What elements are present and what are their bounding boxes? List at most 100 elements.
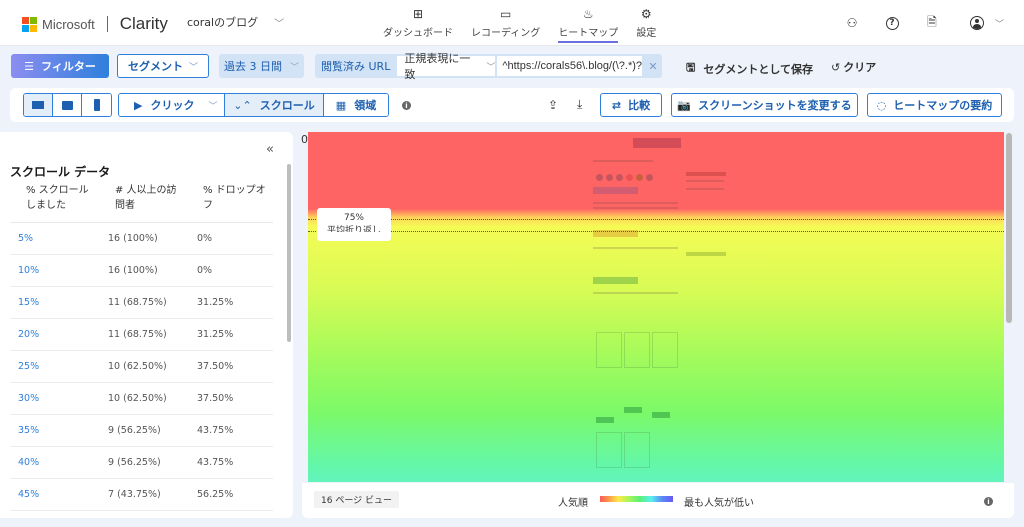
site-text-line [686,180,724,182]
scroll-percent-cell[interactable]: 35% [18,425,39,436]
chevron-down-icon: ﹀ [994,19,1004,30]
marker-label: 平均折り返し [326,226,381,232]
device-desktop-button[interactable] [24,94,53,116]
chevron-down-icon: ﹀ [274,18,285,30]
filter-button[interactable]: ☰ フィルター [11,54,109,78]
segment-dropdown[interactable]: セグメント ﹀ [117,54,209,78]
column-dropoff[interactable]: % ドロップオフ [203,183,273,213]
device-tablet-button[interactable] [53,94,82,116]
change-screenshot-button[interactable]: 📷 スクリーンショットを変更する [671,93,858,117]
mode-area-button[interactable]: ▦ 領域 [324,94,388,116]
share-icon[interactable]: ⇪ [548,98,558,112]
site-card [596,332,622,368]
nav-dashboard[interactable]: ⊞ ダッシュボード [383,6,453,43]
people-icon[interactable]: ⚇ [842,13,862,33]
nav-label: ヒートマップ [558,24,619,43]
site-dot [636,174,643,181]
dropoff-cell: 37.50% [197,361,234,372]
device-mobile-button[interactable] [82,94,111,116]
scroll-percent-cell[interactable]: 15% [18,297,39,308]
url-operator-select[interactable]: 正規表現に一致 ﹀ [397,52,496,81]
scroll-table-row[interactable]: 30% 10 (62.50%) 37.50% [10,383,273,415]
dropoff-cell: 0% [197,265,213,276]
chevron-down-icon: ﹀ [486,62,496,73]
mode-click-button[interactable]: ▶ クリック ﹀ [119,94,225,116]
scroll-marker-tooltip[interactable]: 75% 平均折り返し [317,208,391,241]
panel-scrollbar[interactable] [287,164,291,342]
site-text-line [593,160,653,162]
pointer-icon: ▶ [134,98,143,112]
scroll-percent-cell[interactable]: 20% [18,329,39,340]
chevron-down-icon: ﹀ [188,62,198,73]
scroll-table-row[interactable]: 45% 7 (43.75%) 56.25% [10,479,273,511]
site-dot [626,174,633,181]
visitors-cell: 11 (68.75%) [108,329,167,340]
account-icon [970,16,984,30]
scroll-percent-cell[interactable]: 30% [18,393,39,404]
legend-most-popular: 人気順 [558,498,588,509]
legend-gradient [600,496,673,502]
heatmap-scrollbar[interactable] [1006,133,1012,323]
download-icon[interactable]: ⤓ [577,97,582,112]
fold-line [308,231,1004,232]
nav-recordings[interactable]: ▭ レコーディング [471,6,540,43]
visitors-cell: 10 (62.50%) [108,393,167,404]
info-icon[interactable]: i [402,101,411,110]
scroll-percent-cell[interactable]: 10% [18,265,39,276]
flame-icon: ♨ [582,7,594,21]
site-sidebar-header [686,172,726,176]
column-scroll-percent[interactable]: % スクロールしました [26,183,96,213]
project-selector[interactable]: coralのブログ ﹀ [187,14,284,30]
nav-label: レコーディング [471,28,541,39]
dropoff-cell: 37.50% [197,393,234,404]
scroll-table-row[interactable]: 40% 9 (56.25%) 43.75% [10,447,273,479]
remove-filter-icon[interactable]: ✕ [648,60,657,73]
site-card [596,432,622,468]
compare-button[interactable]: ⇄ 比較 [600,93,662,117]
scroll-percent-cell[interactable]: 5% [18,233,33,244]
scroll-heatmap[interactable] [308,132,1004,482]
nav-heatmaps[interactable]: ♨ ヒートマップ [558,6,619,43]
save-segment-button[interactable]: 🖫 セグメントとして保存 [686,59,813,78]
scroll-table-row[interactable]: 35% 9 (56.25%) 43.75% [10,415,273,447]
scroll-table-row[interactable]: 25% 10 (62.50%) 37.50% [10,351,273,383]
tablet-icon [61,100,73,110]
site-text-line [593,207,678,209]
heatmap-mode-selector: ▶ クリック ﹀ ⌄⌃ スクロール ▦ 領域 [118,93,389,117]
date-range-label: 過去 3 日間 [223,60,282,73]
mode-scroll-button[interactable]: ⌄⌃ スクロール [225,94,324,116]
dropoff-cell: 43.75% [197,457,234,468]
visitors-cell: 7 (43.75%) [108,489,161,500]
heatmap-top-label: 0 [301,133,308,146]
column-visitors[interactable]: # 人以上の訪問者 [115,183,185,213]
heatmap-summary-button[interactable]: ◌ ヒートマップの要約 [867,93,1002,117]
scroll-table-row[interactable]: 5% 16 (100%) 0% [10,223,273,255]
scroll-table-row[interactable]: 10% 16 (100%) 0% [10,255,273,287]
account-menu[interactable]: ﹀ [970,13,1004,33]
url-value-input[interactable]: ^https://corals56\.blog/(\?.*)?$ [497,56,643,76]
help-icon[interactable]: ? [882,13,902,33]
clear-button[interactable]: ↺ クリア [831,59,876,75]
info-icon[interactable]: i [984,497,993,506]
nav-label: 設定 [636,28,657,39]
url-filter-label: 閲覧済み URL [321,60,391,73]
collapse-panel-icon[interactable]: « [266,142,274,157]
dropoff-cell: 56.25% [197,489,234,500]
scroll-percent-cell[interactable]: 40% [18,457,39,468]
site-dot [596,174,603,181]
scroll-percent-cell[interactable]: 25% [18,361,39,372]
legend-least-popular: 最も人気が低い [684,498,754,509]
scroll-table-row[interactable]: 15% 11 (68.75%) 31.25% [10,287,273,319]
site-heading-block [593,187,638,194]
document-icon[interactable]: 🗎 [922,13,942,33]
site-sidebar-header [686,252,726,256]
brand[interactable]: Microsoft Clarity [22,14,168,34]
compare-label: 比較 [628,99,651,112]
scroll-percent-cell[interactable]: 45% [18,489,39,500]
nav-settings[interactable]: ⚙ 設定 [636,6,656,43]
url-operator-value: 正規表現に一致 [404,52,471,81]
site-dot [606,174,613,181]
date-range-dropdown[interactable]: 過去 3 日間 ﹀ [219,54,304,78]
filter-bar: ☰ フィルター セグメント ﹀ 過去 3 日間 ﹀ 閲覧済み URL 正規表現に… [0,47,1024,85]
scroll-table-row[interactable]: 20% 11 (68.75%) 31.25% [10,319,273,351]
